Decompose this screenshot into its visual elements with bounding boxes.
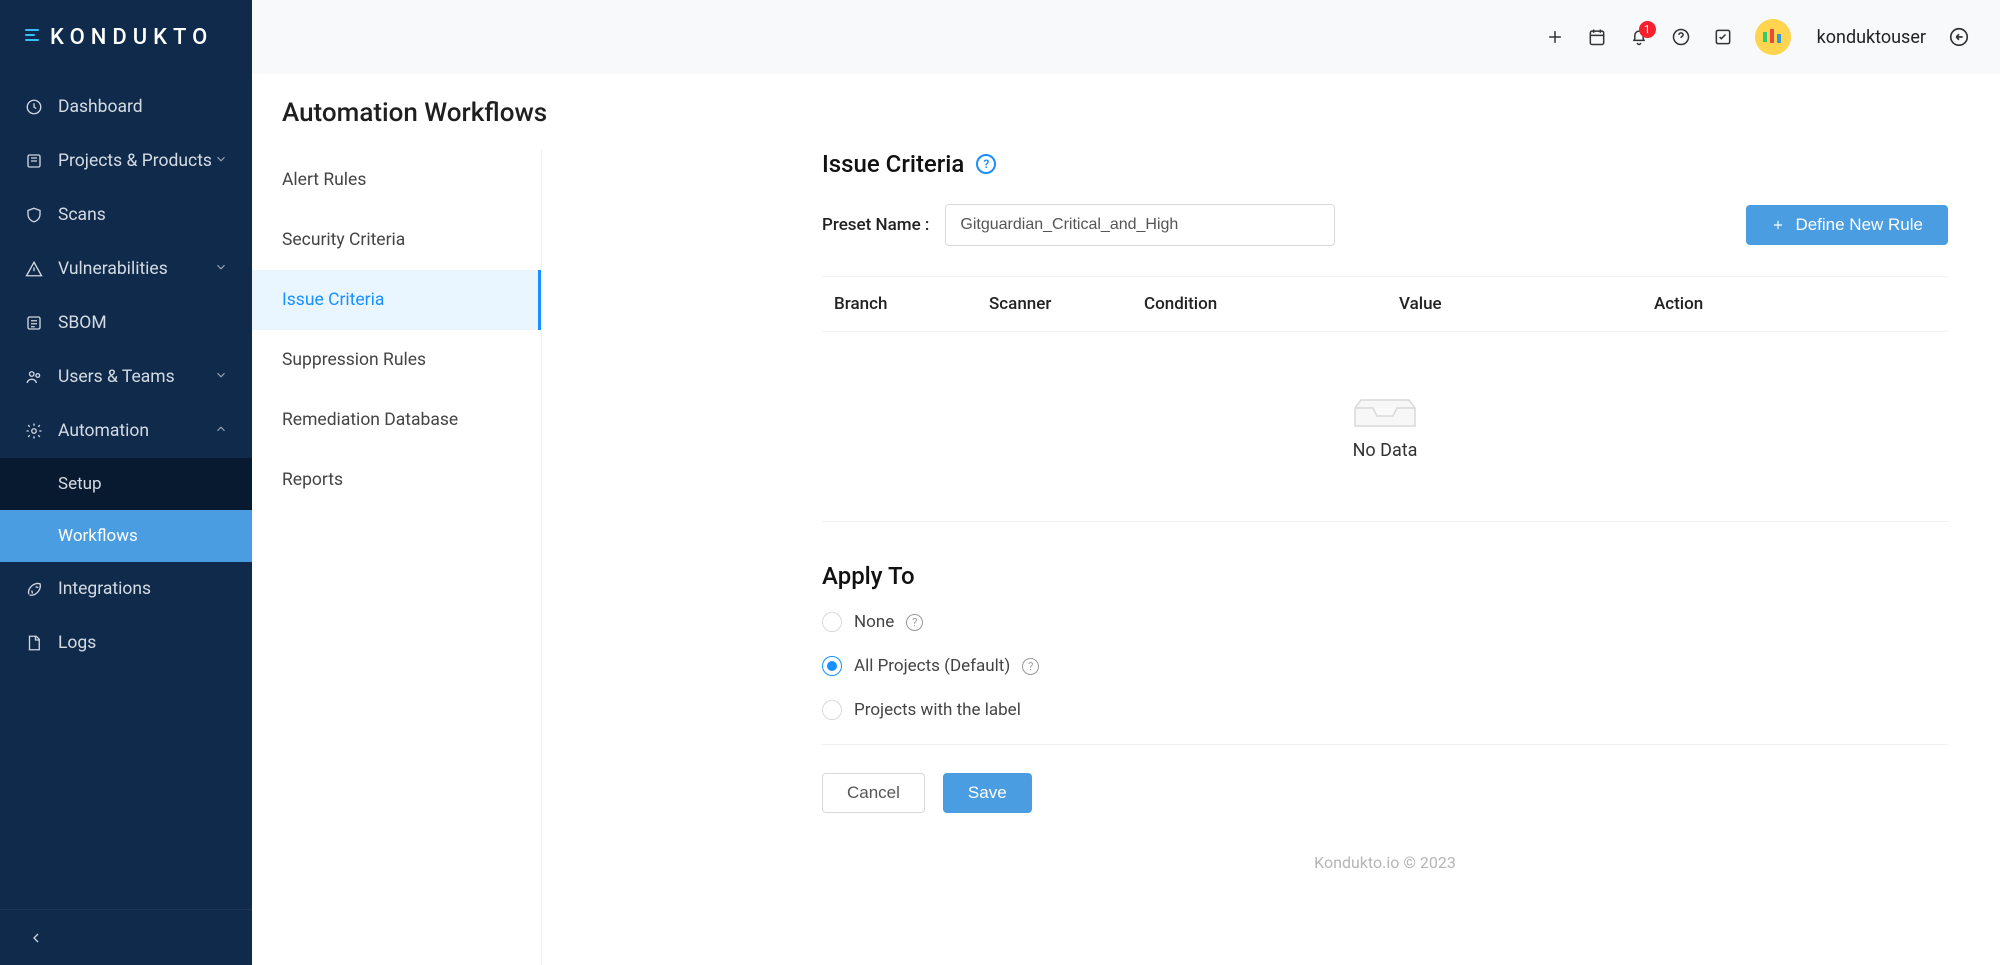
col-scanner: Scanner [977, 294, 1132, 314]
sidebar-item-users[interactable]: Users & Teams [0, 350, 252, 404]
help-icon[interactable]: ? [976, 154, 996, 174]
col-value: Value [1387, 294, 1642, 314]
sidebar-item-label: Dashboard [58, 97, 143, 117]
sidebar-item-label: Scans [58, 205, 106, 225]
sidebar-item-sbom[interactable]: SBOM [0, 296, 252, 350]
gear-icon [24, 421, 44, 441]
footer-copyright: Kondukto.io © 2023 [822, 853, 1948, 872]
sidebar-subitem-workflows[interactable]: Workflows [0, 510, 252, 562]
radio-icon [822, 656, 842, 676]
warning-icon [24, 259, 44, 279]
projects-icon [24, 151, 44, 171]
radio-icon [822, 700, 842, 720]
preset-name-input[interactable] [945, 204, 1335, 246]
sidebar-item-vulnerabilities[interactable]: Vulnerabilities [0, 242, 252, 296]
sidebar-item-automation[interactable]: Automation [0, 404, 252, 458]
rules-table: Branch Scanner Condition Value Action No [822, 276, 1948, 522]
sidebar-item-label: Logs [58, 633, 96, 653]
table-header: Branch Scanner Condition Value Action [822, 277, 1948, 331]
button-label: Save [968, 783, 1007, 803]
rocket-icon [24, 579, 44, 599]
sidebar-collapse-button[interactable] [0, 909, 252, 965]
chevron-up-icon [214, 421, 228, 441]
help-button[interactable] [1671, 27, 1691, 47]
sidebar-item-scans[interactable]: Scans [0, 188, 252, 242]
sidebar-item-label: Setup [58, 474, 102, 494]
button-label: Cancel [847, 783, 900, 803]
document-icon [24, 633, 44, 653]
chevron-left-icon [28, 930, 44, 946]
radio-icon [822, 612, 842, 632]
section-heading: Issue Criteria ? [822, 150, 1948, 178]
chevron-down-icon [214, 151, 228, 171]
content: Automation Workflows Alert Rules Securit… [252, 74, 2000, 965]
apply-to-heading: Apply To [822, 562, 915, 590]
username-label[interactable]: konduktouser [1817, 27, 1926, 48]
sidebar-item-label: SBOM [58, 313, 107, 333]
brand-logo[interactable]: KONDUKTO [0, 0, 252, 74]
shield-icon [24, 205, 44, 225]
chevron-down-icon [214, 367, 228, 387]
sidebar-item-label: Integrations [58, 579, 151, 599]
divider [822, 744, 1948, 745]
radio-label: All Projects (Default) [854, 656, 1010, 676]
page-title: Automation Workflows [252, 74, 2000, 150]
help-icon[interactable]: ? [1022, 658, 1039, 675]
brand-text: KONDUKTO [50, 25, 213, 50]
radio-label: Projects with the label [854, 700, 1021, 720]
topbar: 1 konduktouser [252, 0, 2000, 74]
apply-option-all-projects[interactable]: All Projects (Default) ? [822, 656, 1948, 676]
calendar-button[interactable] [1587, 27, 1607, 47]
sidebar-item-label: Vulnerabilities [58, 259, 168, 279]
users-icon [24, 367, 44, 387]
empty-box-icon [1353, 382, 1417, 428]
sidebar-nav: Dashboard Projects & Products Scans Vuln… [0, 74, 252, 909]
notifications-button[interactable]: 1 [1629, 27, 1649, 47]
brand-mark-icon [24, 27, 44, 47]
avatar[interactable] [1755, 19, 1791, 55]
plus-icon [1771, 218, 1785, 232]
apply-option-label[interactable]: Projects with the label [822, 700, 1948, 720]
tasks-button[interactable] [1713, 27, 1733, 47]
sidebar: KONDUKTO Dashboard Projects & Products S… [0, 0, 252, 965]
sidebar-item-integrations[interactable]: Integrations [0, 562, 252, 616]
button-label: Define New Rule [1795, 215, 1923, 235]
issue-criteria-panel: Issue Criteria ? Preset Name : Define Ne… [262, 150, 1988, 965]
form-actions: Cancel Save [822, 773, 1948, 813]
apply-to-section: Apply To None ? All Projects (Default) ? [822, 562, 1948, 720]
sidebar-item-label: Users & Teams [58, 367, 175, 387]
apply-option-none[interactable]: None ? [822, 612, 1948, 632]
add-button[interactable] [1545, 27, 1565, 47]
help-icon[interactable]: ? [906, 614, 923, 631]
radio-label: None [854, 612, 894, 632]
sidebar-submenu-automation: Setup Workflows [0, 458, 252, 562]
chevron-down-icon [214, 259, 228, 279]
sidebar-item-label: Workflows [58, 526, 138, 546]
main: 1 konduktouser Automation Workflows Aler… [252, 0, 2000, 965]
sidebar-item-projects[interactable]: Projects & Products [0, 134, 252, 188]
preset-name-label: Preset Name : [822, 215, 929, 235]
col-condition: Condition [1132, 294, 1387, 314]
list-icon [24, 313, 44, 333]
col-branch: Branch [822, 294, 977, 314]
table-empty-state: No Data [822, 331, 1948, 521]
col-action: Action [1642, 294, 1948, 314]
workspace: Alert Rules Security Criteria Issue Crit… [252, 150, 2000, 965]
sidebar-item-label: Projects & Products [58, 151, 212, 171]
avatar-icon [1755, 19, 1791, 55]
sidebar-item-logs[interactable]: Logs [0, 616, 252, 670]
section-heading-text: Issue Criteria [822, 150, 964, 178]
sidebar-item-label: Automation [58, 421, 149, 441]
dashboard-icon [24, 97, 44, 117]
define-new-rule-button[interactable]: Define New Rule [1746, 205, 1948, 245]
notifications-badge: 1 [1639, 21, 1656, 38]
cancel-button[interactable]: Cancel [822, 773, 925, 813]
save-button[interactable]: Save [943, 773, 1032, 813]
logout-button[interactable] [1948, 26, 1970, 48]
sidebar-subitem-setup[interactable]: Setup [0, 458, 252, 510]
sidebar-item-dashboard[interactable]: Dashboard [0, 80, 252, 134]
empty-text: No Data [1353, 440, 1418, 461]
